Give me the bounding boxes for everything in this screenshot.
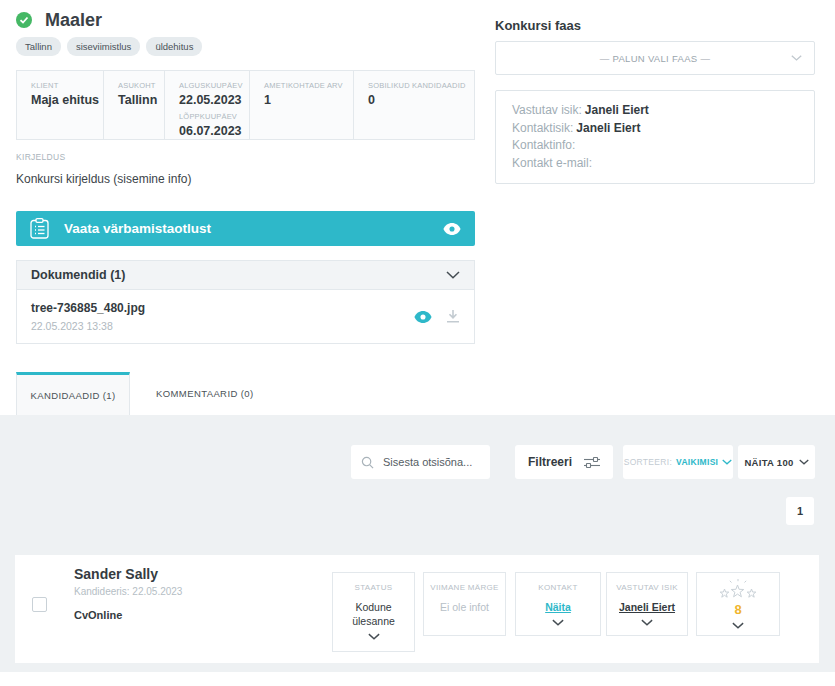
candidates-section: Filtreeri SORTEERI: VAIKIMISI NÄITA 100 … xyxy=(0,415,835,672)
phase-column: Konkursi faas — PALUN VALI FAAS — Vastut… xyxy=(495,18,815,184)
chevron-down-icon xyxy=(641,619,653,626)
info-cell-sobilikud: SOBILIKUD KANDIDAADID 0 xyxy=(353,71,474,139)
tab-kommentaarid[interactable]: KOMMENTAARID (0) xyxy=(156,372,254,415)
tag: üldehitus xyxy=(146,37,202,56)
tag-list: Tallinn siseviimistlus üldehitus xyxy=(16,37,475,56)
document-date: 22.05.2023 13:38 xyxy=(31,320,145,332)
info-cell-klient: KLIENT Maja ehitus xyxy=(17,71,103,139)
check-circle-icon xyxy=(16,12,32,28)
chevron-down-icon xyxy=(799,459,809,465)
candidate-applied-date: Kandideeris: 22.05.2023 xyxy=(74,586,182,597)
candidate-name[interactable]: Sander Sally xyxy=(74,566,182,582)
page: Maaler Tallinn siseviimistlus üldehitus … xyxy=(0,0,835,686)
chevron-down-icon xyxy=(552,619,564,626)
phase-select[interactable]: — PALUN VALI FAAS — xyxy=(495,41,815,75)
documents-header-label: Dokumendid (1) xyxy=(31,268,125,282)
chevron-down-icon xyxy=(722,459,732,465)
rating-value: 8 xyxy=(734,602,741,617)
show-count-dropdown[interactable]: NÄITA 100 xyxy=(738,445,815,479)
chevron-down-icon xyxy=(732,622,744,629)
contact-info-box: Vastutav isik:Janeli Eiert Kontaktisik:J… xyxy=(495,90,815,184)
rating-dropdown[interactable]: 8 xyxy=(696,572,780,636)
chevron-down-icon xyxy=(791,55,802,61)
contact-row: Vastutav isik:Janeli Eiert xyxy=(512,102,798,120)
last-note-box: VIIMANE MÄRGE Ei ole infot xyxy=(423,572,506,636)
search-input[interactable] xyxy=(381,455,482,469)
page-title: Maaler xyxy=(45,10,102,31)
filter-toolbar: Filtreeri SORTEERI: VAIKIMISI NÄITA 100 xyxy=(351,445,815,479)
tab-bar: KANDIDAADID (1) KOMMENTAARID (0) xyxy=(16,372,254,415)
status-dropdown[interactable]: STAATUS Kodune ülesanne xyxy=(332,572,415,652)
preview-eye-icon[interactable] xyxy=(414,311,432,323)
search-box xyxy=(351,445,490,479)
pagination-page-button[interactable]: 1 xyxy=(786,497,814,525)
chevron-down-icon xyxy=(446,271,460,279)
stars-icon xyxy=(718,579,758,600)
tab-kandidaadid[interactable]: KANDIDAADID (1) xyxy=(16,372,130,415)
info-cell-ametikohtade-arv: AMETIKOHTADE ARV 1 xyxy=(249,71,353,139)
contact-row: Kontaktinfo: xyxy=(512,137,798,155)
download-icon[interactable] xyxy=(446,310,460,323)
chevron-down-icon xyxy=(368,633,380,640)
view-request-button[interactable]: Vaata värbamistaotlust xyxy=(16,211,475,246)
description-text: Konkursi kirjeldus (sisemine info) xyxy=(16,172,475,186)
candidate-checkbox[interactable] xyxy=(32,597,47,612)
sliders-icon xyxy=(584,456,600,469)
responsible-dropdown[interactable]: VASTUTAV ISIK Janeli Eiert xyxy=(606,572,688,636)
tag: Tallinn xyxy=(16,37,61,56)
documents-panel: Dokumendid (1) tree-736885_480.jpg 22.05… xyxy=(16,260,475,344)
contact-dropdown[interactable]: KONTAKT Näita xyxy=(515,572,601,636)
description-label: KIRJELDUS xyxy=(16,152,475,162)
document-name: tree-736885_480.jpg xyxy=(31,301,145,315)
tag: siseviimistlus xyxy=(67,37,140,56)
filter-button[interactable]: Filtreeri xyxy=(515,445,613,479)
candidate-card: Sander Sally Kandideeris: 22.05.2023 CvO… xyxy=(15,555,819,663)
document-row: tree-736885_480.jpg 22.05.2023 13:38 xyxy=(16,290,475,344)
view-request-label: Vaata värbamistaotlust xyxy=(64,221,211,236)
eye-icon xyxy=(443,223,461,235)
job-details-column: Maaler Tallinn siseviimistlus üldehitus … xyxy=(16,10,475,344)
info-cell-asukoht: ASUKOHT Tallinn xyxy=(103,71,164,139)
info-cell-kuupaev: ALGUSKUUPÄEV 22.05.2023 LÕPPKUUPÄEV 06.0… xyxy=(164,71,249,139)
clipboard-icon xyxy=(30,218,49,239)
phase-label: Konkursi faas xyxy=(495,18,815,33)
search-icon xyxy=(361,456,374,469)
phase-select-placeholder: — PALUN VALI FAAS — xyxy=(600,53,710,64)
sort-dropdown[interactable]: SORTEERI: VAIKIMISI xyxy=(623,445,733,479)
job-info-table: KLIENT Maja ehitus ASUKOHT Tallinn ALGUS… xyxy=(16,70,475,140)
candidate-source: CvOnline xyxy=(74,609,182,621)
contact-row: Kontaktisik:Janeli Eiert xyxy=(512,120,798,138)
contact-row: Kontakt e-mail: xyxy=(512,155,798,173)
documents-header[interactable]: Dokumendid (1) xyxy=(16,260,475,290)
